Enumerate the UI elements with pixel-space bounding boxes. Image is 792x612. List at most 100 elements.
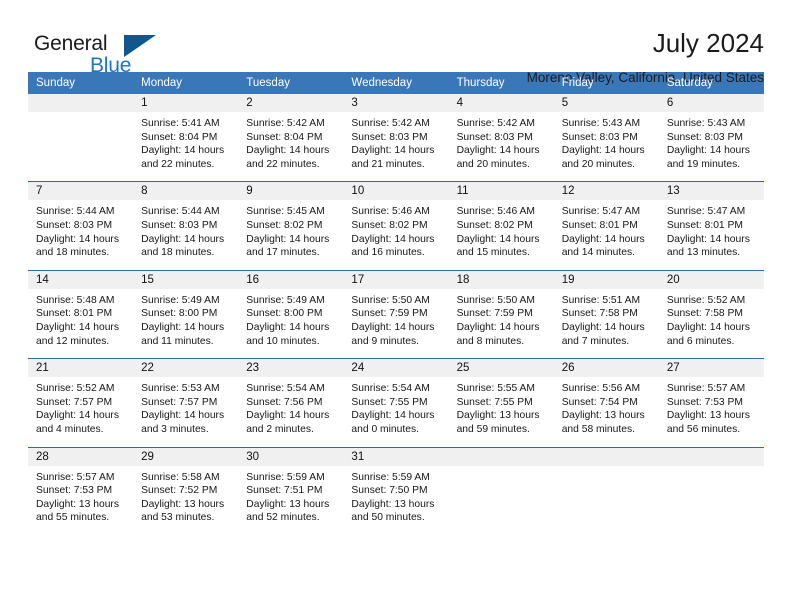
day-detail-line: Sunrise: 5:54 AM	[351, 383, 430, 395]
calendar-day-cell[interactable]: 24 Sunrise: 5:54 AM Sunset: 7:55 PM Dayligh…	[343, 358, 449, 447]
day-detail: Sunrise: 5:55 AM Sunset: 7:55 PM Daylight:…	[449, 377, 554, 446]
calendar-day-cell[interactable]: 26 Sunrise: 5:56 AM Sunset: 7:54 PM Dayligh…	[553, 358, 659, 447]
day-number: 23	[238, 359, 344, 378]
day-detail-line: Sunset: 7:50 PM	[351, 485, 428, 497]
day-detail-line: Sunrise: 5:43 AM	[561, 118, 641, 129]
day-detail: Sunrise: 5:46 AM Sunset: 8:02 PM Daylight:…	[449, 200, 554, 269]
day-detail-line: Daylight: 14 hours	[351, 145, 435, 157]
day-number: 30	[238, 447, 344, 466]
day-number: 17	[343, 270, 449, 289]
day-detail-line: and 18 minutes.	[141, 247, 215, 259]
calendar-day-cell[interactable]: 27 Sunrise: 5:57 AM Sunset: 7:53 PM Dayligh…	[658, 358, 764, 447]
day-number: 2	[238, 94, 344, 112]
calendar-day-cell[interactable]: 10 Sunrise: 5:46 AM Sunset: 8:02 PM Dayligh…	[343, 181, 449, 271]
day-detail-line: Daylight: 13 hours	[36, 498, 119, 510]
calendar-day-cell[interactable]: 14 Sunrise: 5:48 AM Sunset: 8:01 PM Dayligh…	[28, 269, 134, 359]
day-detail-line: Daylight: 14 hours	[246, 321, 330, 333]
calendar-day-cell[interactable]: 4 Sunrise: 5:42 AM Sunset: 8:03 PM Daylight…	[448, 94, 554, 182]
calendar-day-cell[interactable]: 16 Sunrise: 5:49 AM Sunset: 8:00 PM Dayligh…	[238, 269, 344, 359]
calendar-day-cell[interactable]: 1 Sunrise: 5:41 AM Sunset: 8:04 PM Daylight…	[133, 94, 239, 182]
day-number: 22	[133, 359, 239, 378]
weekday-header-tuesday: Tuesday	[238, 72, 344, 94]
day-detail-line: Sunset: 8:03 PM	[456, 131, 533, 143]
day-detail-line: Sunset: 7:57 PM	[141, 396, 218, 408]
day-detail-line: Sunset: 7:55 PM	[456, 396, 533, 408]
day-detail-line: Sunset: 8:00 PM	[246, 308, 323, 320]
day-number: 4	[448, 94, 554, 112]
day-detail: Sunrise: 5:59 AM Sunset: 7:51 PM Daylight:…	[238, 466, 343, 535]
day-detail-line: Sunset: 8:03 PM	[561, 131, 638, 143]
day-detail-line: and 16 minutes.	[351, 247, 425, 259]
day-detail-line: and 59 minutes.	[456, 423, 530, 435]
day-detail-line: Daylight: 14 hours	[666, 233, 750, 245]
day-detail-line: Daylight: 13 hours	[246, 498, 330, 510]
calendar-day-cell[interactable]: 29 Sunrise: 5:58 AM Sunset: 7:52 PM Dayligh…	[133, 446, 239, 535]
calendar-day-cell[interactable]: 28 Sunrise: 5:57 AM Sunset: 7:53 PM Dayligh…	[28, 446, 134, 535]
calendar-day-cell[interactable]: 8 Sunrise: 5:44 AM Sunset: 8:03 PM Daylight…	[133, 181, 239, 271]
day-number	[658, 447, 764, 466]
day-detail-line: and 21 minutes.	[351, 158, 425, 170]
calendar-day-cell[interactable]: 9 Sunrise: 5:45 AM Sunset: 8:02 PM Daylight…	[238, 181, 344, 271]
day-detail-line: and 52 minutes.	[246, 512, 320, 524]
day-detail-line: Sunrise: 5:44 AM	[36, 206, 115, 218]
day-detail-line: Sunset: 7:53 PM	[36, 485, 113, 497]
day-detail-line: Sunrise: 5:54 AM	[246, 383, 325, 395]
day-detail-line: Sunset: 8:04 PM	[141, 131, 218, 143]
day-detail: Sunrise: 5:57 AM Sunset: 7:53 PM Daylight:…	[659, 377, 764, 446]
weekday-header-wednesday: Wednesday	[343, 72, 449, 94]
calendar-day-cell[interactable]: 12 Sunrise: 5:47 AM Sunset: 8:01 PM Dayligh…	[553, 181, 659, 271]
day-detail-line: Sunset: 8:02 PM	[351, 219, 428, 231]
day-detail-line: Daylight: 14 hours	[561, 233, 645, 245]
day-detail-line: Sunset: 7:59 PM	[456, 308, 533, 320]
calendar-week-row: 14 Sunrise: 5:48 AM Sunset: 8:01 PM Dayligh…	[28, 269, 764, 359]
calendar-day-cell[interactable]: 2 Sunrise: 5:42 AM Sunset: 8:04 PM Daylight…	[238, 94, 344, 182]
day-detail: Sunrise: 5:58 AM Sunset: 7:52 PM Daylight:…	[133, 466, 238, 535]
calendar-day-cell[interactable]: 22 Sunrise: 5:53 AM Sunset: 7:57 PM Dayligh…	[133, 358, 239, 447]
day-number: 29	[133, 447, 239, 466]
day-detail-line: and 6 minutes.	[666, 335, 735, 347]
calendar-day-cell[interactable]: 3 Sunrise: 5:42 AM Sunset: 8:03 PM Daylight…	[343, 94, 449, 182]
calendar-day-cell[interactable]: 20 Sunrise: 5:52 AM Sunset: 7:58 PM Dayligh…	[658, 269, 764, 359]
day-detail-line: Sunrise: 5:50 AM	[456, 294, 535, 306]
calendar-day-cell[interactable]: 23 Sunrise: 5:54 AM Sunset: 7:56 PM Dayligh…	[238, 358, 344, 447]
day-detail: Sunrise: 5:41 AM Sunset: 8:04 PM Daylight:…	[133, 112, 238, 181]
day-number: 28	[28, 447, 134, 466]
day-detail: Sunrise: 5:52 AM Sunset: 7:57 PM Daylight:…	[28, 377, 133, 446]
calendar-day-cell[interactable]: 6 Sunrise: 5:43 AM Sunset: 8:03 PM Daylight…	[658, 94, 764, 182]
calendar-day-cell[interactable]: 7 Sunrise: 5:44 AM Sunset: 8:03 PM Daylight…	[28, 181, 134, 271]
day-number: 15	[133, 270, 239, 289]
calendar-week-row: 28 Sunrise: 5:57 AM Sunset: 7:53 PM Dayligh…	[28, 446, 764, 535]
day-detail-line: and 50 minutes.	[351, 512, 425, 524]
day-detail-line: Sunset: 8:03 PM	[141, 219, 218, 231]
day-detail-line: and 8 minutes.	[456, 335, 525, 347]
general-blue-logo[interactable]: General Blue	[28, 26, 178, 82]
day-number: 19	[553, 270, 659, 289]
day-detail-line: Sunrise: 5:42 AM	[246, 118, 325, 129]
day-detail: Sunrise: 5:57 AM Sunset: 7:53 PM Daylight:…	[28, 466, 133, 535]
calendar-day-cell[interactable]: 17 Sunrise: 5:50 AM Sunset: 7:59 PM Dayligh…	[343, 269, 449, 359]
day-detail-line: Sunset: 7:58 PM	[666, 308, 743, 320]
logo-text-blue: Blue	[90, 54, 132, 77]
calendar-day-cell[interactable]: 18 Sunrise: 5:50 AM Sunset: 7:59 PM Dayligh…	[448, 269, 554, 359]
calendar-day-cell[interactable]: 11 Sunrise: 5:46 AM Sunset: 8:02 PM Dayligh…	[448, 181, 554, 271]
day-detail: Sunrise: 5:54 AM Sunset: 7:56 PM Daylight:…	[238, 377, 343, 446]
day-detail-line: Daylight: 13 hours	[561, 410, 645, 422]
day-detail: Sunrise: 5:50 AM Sunset: 7:59 PM Daylight:…	[343, 289, 448, 358]
day-number: 24	[343, 359, 449, 378]
day-detail-line: Sunset: 7:57 PM	[36, 396, 113, 408]
calendar-day-cell[interactable]: 19 Sunrise: 5:51 AM Sunset: 7:58 PM Dayligh…	[553, 269, 659, 359]
day-detail-line: Sunset: 7:51 PM	[246, 485, 323, 497]
day-detail-line: and 4 minutes.	[36, 423, 104, 435]
day-detail-line: Sunset: 8:00 PM	[141, 308, 218, 320]
calendar-day-cell[interactable]: 25 Sunrise: 5:55 AM Sunset: 7:55 PM Dayligh…	[448, 358, 554, 447]
calendar-day-cell[interactable]: 30 Sunrise: 5:59 AM Sunset: 7:51 PM Dayligh…	[238, 446, 344, 535]
calendar-day-cell[interactable]: 31 Sunrise: 5:59 AM Sunset: 7:50 PM Dayligh…	[343, 446, 449, 535]
day-detail-line: and 7 minutes.	[561, 335, 630, 347]
day-detail: Sunrise: 5:59 AM Sunset: 7:50 PM Daylight:…	[343, 466, 448, 535]
day-detail-line: and 18 minutes.	[36, 247, 110, 259]
calendar-day-cell[interactable]: 15 Sunrise: 5:49 AM Sunset: 8:00 PM Dayligh…	[133, 269, 239, 359]
calendar-day-cell[interactable]: 5 Sunrise: 5:43 AM Sunset: 8:03 PM Daylight…	[553, 94, 659, 182]
calendar-day-cell[interactable]: 13 Sunrise: 5:47 AM Sunset: 8:01 PM Dayligh…	[658, 181, 764, 271]
day-detail-line: Sunrise: 5:45 AM	[246, 206, 325, 218]
calendar-day-cell[interactable]: 21 Sunrise: 5:52 AM Sunset: 7:57 PM Dayligh…	[28, 358, 134, 447]
